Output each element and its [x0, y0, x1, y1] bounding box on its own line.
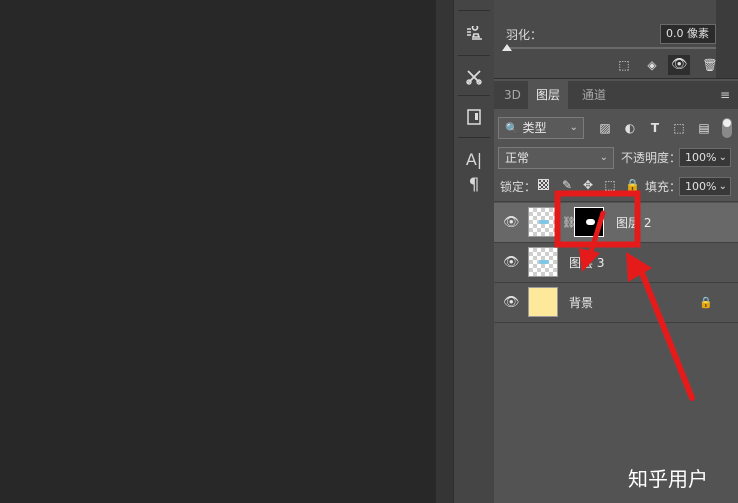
- watermark-text: 知乎用户: [628, 467, 708, 491]
- layer-row-layer-3[interactable]: 👁 图层 3: [494, 243, 738, 283]
- filter-pixel-icon[interactable]: ▨: [598, 120, 612, 136]
- chevron-down-icon: ⌄: [569, 122, 578, 133]
- tab-channels[interactable]: 通道: [574, 81, 614, 109]
- fill-input[interactable]: 100% ⌄: [679, 177, 731, 196]
- blend-mode-value: 正常: [505, 151, 530, 165]
- feather-input[interactable]: 0.0 像素: [660, 24, 716, 44]
- feather-slider-track[interactable]: [506, 47, 716, 49]
- layer-row-background[interactable]: 👁 背景 🔒: [494, 283, 738, 323]
- filter-smart-object-icon[interactable]: ▤: [697, 120, 711, 136]
- feather-label: 羽化：: [506, 28, 543, 42]
- canvas-area[interactable]: [0, 0, 436, 503]
- eye-icon[interactable]: 👁: [503, 216, 520, 230]
- tab-3d[interactable]: 3D: [496, 81, 529, 109]
- filter-shape-icon[interactable]: ⬚: [672, 120, 686, 136]
- tool-divider: [458, 10, 490, 11]
- fill-label: 填充：: [645, 180, 682, 194]
- blend-mode-select[interactable]: 正常 ⌄: [498, 147, 614, 169]
- feather-slider-handle[interactable]: [502, 44, 512, 51]
- search-icon: 🔍: [505, 122, 519, 135]
- properties-scrollbar[interactable]: [716, 0, 738, 78]
- layer-mask-thumbnail[interactable]: [574, 207, 604, 237]
- tool-divider: [458, 137, 490, 138]
- tool-presets-icon[interactable]: [458, 62, 490, 92]
- load-selection-icon[interactable]: ⬚: [616, 57, 632, 73]
- layer-name[interactable]: 图层 2: [616, 215, 651, 231]
- panel-menu-icon[interactable]: ≡: [720, 81, 730, 109]
- filter-adjustment-icon[interactable]: ◐: [623, 120, 637, 136]
- paragraph-icon[interactable]: ¶: [458, 170, 490, 200]
- eye-icon: 👁: [671, 57, 688, 72]
- lock-label: 锁定：: [500, 180, 537, 194]
- fill-value: 100%: [685, 180, 717, 193]
- chevron-down-icon[interactable]: ⌄: [719, 149, 727, 167]
- lock-icon: 🔒: [699, 296, 713, 309]
- panel-tabs: 3D 图层 通道 ≡: [494, 81, 738, 109]
- canvas-scroll-edge: [436, 0, 453, 503]
- panel-tool-strip: A| ¶: [453, 0, 495, 503]
- lock-all-icon[interactable]: 🔒: [625, 177, 640, 193]
- filter-toggle-knob: [723, 119, 731, 127]
- layer-thumbnail[interactable]: [528, 247, 558, 277]
- opacity-value: 100%: [685, 151, 717, 164]
- opacity-label: 不透明度：: [621, 151, 682, 165]
- chevron-down-icon: ⌄: [599, 152, 608, 163]
- layer-thumbnail[interactable]: [528, 207, 558, 237]
- visibility-toggle-button[interactable]: 👁: [668, 55, 690, 75]
- tab-layers[interactable]: 图层: [528, 81, 569, 109]
- layers-list-divider: [494, 201, 738, 202]
- properties-panel-icon[interactable]: [458, 102, 490, 132]
- layer-name[interactable]: 图层 3: [569, 255, 604, 271]
- eye-icon[interactable]: 👁: [503, 296, 520, 310]
- layer-row-layer-2[interactable]: 👁 ⛓ 图层 2: [494, 203, 738, 243]
- layer-filter-select[interactable]: 🔍 类型 ⌄: [498, 117, 584, 139]
- mask-shape: [586, 219, 595, 225]
- lock-transparent-icon[interactable]: [538, 179, 549, 190]
- clone-source-icon[interactable]: [458, 20, 490, 50]
- apply-mask-icon[interactable]: ◈: [644, 57, 660, 73]
- filter-toggle-switch[interactable]: [722, 118, 732, 138]
- layer-name[interactable]: 背景: [569, 295, 593, 311]
- tool-divider: [458, 95, 490, 96]
- lock-position-icon[interactable]: ✥: [581, 177, 595, 193]
- eye-icon[interactable]: 👁: [503, 256, 520, 270]
- link-chain-icon[interactable]: ⛓: [562, 215, 576, 231]
- filter-kind-label: 类型: [522, 121, 547, 135]
- properties-section: 羽化： 0.0 像素 ⬚ ◈ 👁 🗑: [494, 0, 738, 79]
- lock-artboard-icon[interactable]: ⬚: [603, 177, 617, 193]
- opacity-input[interactable]: 100% ⌄: [679, 148, 731, 167]
- chevron-down-icon[interactable]: ⌄: [719, 178, 727, 196]
- lock-image-icon[interactable]: ✎: [560, 177, 574, 193]
- tool-divider: [458, 55, 490, 56]
- layer-thumbnail[interactable]: [528, 287, 558, 317]
- filter-type-icon[interactable]: T: [648, 120, 662, 136]
